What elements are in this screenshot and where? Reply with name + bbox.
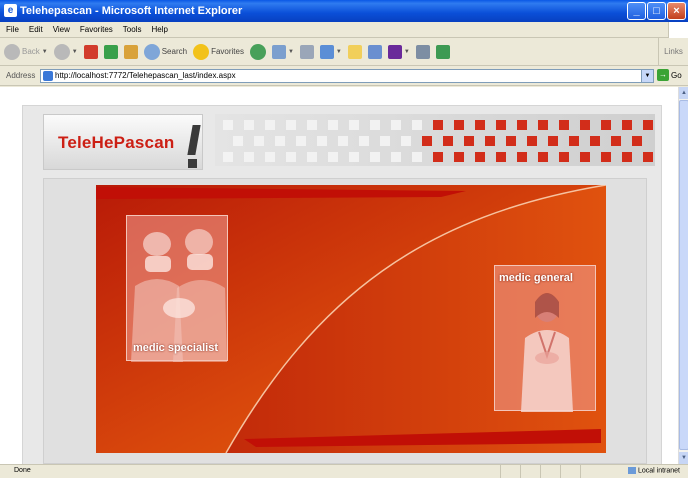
print-button[interactable] [299,44,314,59]
exclamation-icon [187,125,201,169]
minimize-button[interactable]: _ [627,2,646,20]
address-bar: Address http://localhost:7772/Telehepasc… [0,66,688,86]
stop-button[interactable] [83,44,98,59]
surgeons-photo [131,229,227,362]
checker-pattern [223,120,653,162]
scroll-up-icon[interactable]: ▲ [679,87,688,99]
forward-icon [53,43,70,60]
yahoo-button[interactable]: ▼ [387,44,410,59]
page-container: TeleHePascan medic specialist medic gene… [22,105,662,464]
status-bar: Done Local intranet [0,464,688,478]
edit-button[interactable]: ▼ [319,44,342,59]
back-button[interactable]: Back ▼ [4,43,48,60]
title-bar: e Telehepascan - Microsoft Internet Expl… [0,0,688,22]
favorites-icon [193,43,210,60]
status-text: Done [14,467,31,474]
history-icon [249,43,266,60]
menu-view[interactable]: View [53,22,70,37]
security-zone: Local intranet [627,467,680,474]
links-button[interactable]: Links [658,38,688,66]
stop-icon [83,44,98,59]
mail-icon [271,44,286,59]
address-dropdown-icon[interactable]: ▼ [641,70,653,82]
history-button[interactable] [249,43,266,60]
msn-icon [435,44,450,59]
menu-favorites[interactable]: Favorites [80,22,113,37]
medic-specialist-label: medic specialist [133,342,218,354]
research-button[interactable] [415,44,430,59]
intranet-icon [627,467,636,474]
address-url: http://localhost:7772/Telehepascan_last/… [55,71,236,80]
browser-viewport: TeleHePascan medic specialist medic gene… [0,87,678,464]
edit-icon [319,44,334,59]
medic-general-card[interactable]: medic general [494,265,596,412]
menu-tools[interactable]: Tools [123,22,142,37]
header-banner [215,114,655,166]
home-button[interactable] [123,44,138,59]
favorites-button[interactable]: Favorites [193,43,244,60]
home-icon [123,44,138,59]
ie-page-icon [43,71,53,81]
logo-text: TeleHePascan [58,133,175,152]
go-icon: → [657,69,669,81]
menu-file[interactable]: File [6,22,19,37]
menu-help[interactable]: Help [151,22,167,37]
toolbar: Back ▼ ▼ Search Favorites ▼ ▼ ▼ Links [0,38,688,66]
address-label: Address [6,71,36,80]
medic-specialist-card[interactable]: medic specialist [126,215,228,362]
close-button[interactable]: × [667,2,686,20]
hero-frame: medic specialist medic general [43,178,647,464]
folder-button[interactable] [347,44,362,59]
address-input[interactable]: http://localhost:7772/Telehepascan_last/… [40,69,654,83]
menu-edit[interactable]: Edit [29,22,43,37]
window-title: Telehepascan - Microsoft Internet Explor… [20,5,243,17]
vertical-scrollbar[interactable]: ▲ ▼ [678,87,688,464]
chevron-down-icon: ▼ [71,48,78,55]
print-icon [299,44,314,59]
research-icon [415,44,430,59]
search-icon [143,43,160,60]
refresh-icon [103,44,118,59]
ie-icon: e [4,4,17,17]
medic-general-label: medic general [499,272,573,284]
folder-icon [347,44,362,59]
scroll-thumb[interactable] [679,100,688,450]
messenger-icon [367,44,382,59]
chevron-down-icon: ▼ [41,48,48,55]
window-controls: _ □ × [627,2,686,20]
windows-flag-icon [668,22,688,38]
scroll-down-icon[interactable]: ▼ [679,452,688,464]
yahoo-icon [387,44,402,59]
forward-button[interactable]: ▼ [53,43,78,60]
back-icon [4,43,20,60]
site-logo[interactable]: TeleHePascan [43,114,203,170]
refresh-button[interactable] [103,44,118,59]
menu-bar: File Edit View Favorites Tools Help [0,22,688,38]
go-button[interactable]: → Go [657,69,682,81]
doctor-photo [521,293,573,412]
hero-panel: medic specialist medic general [96,185,606,453]
maximize-button[interactable]: □ [647,2,666,20]
mail-button[interactable]: ▼ [271,44,294,59]
search-button[interactable]: Search [143,43,187,60]
msn-button[interactable] [435,44,450,59]
messenger-button[interactable] [367,44,382,59]
